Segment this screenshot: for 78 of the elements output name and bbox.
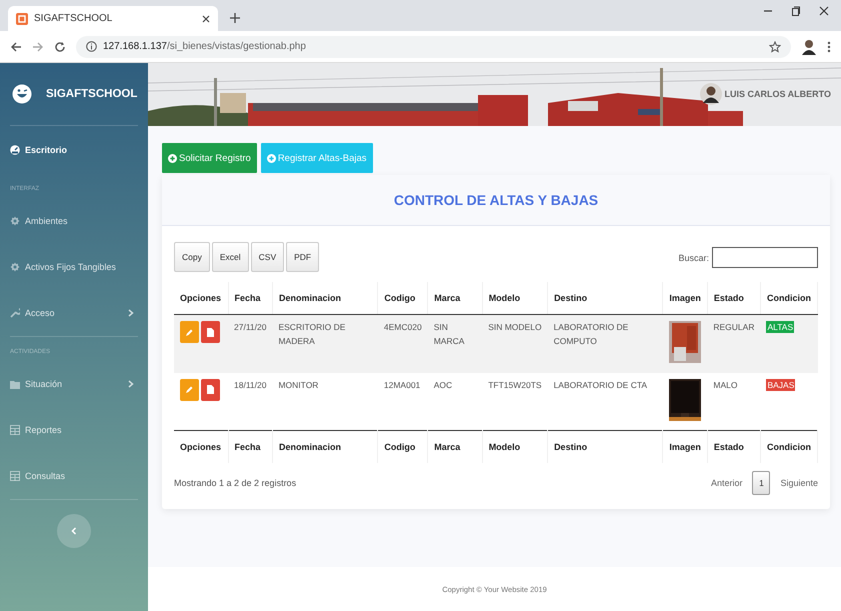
address-bar[interactable]: 127.168.1.137/si_bienes/vistas/gestionab.php [76, 36, 791, 58]
table-cell: ESCRITORIO DE MADERA [272, 314, 378, 372]
restore-icon[interactable] [791, 6, 801, 16]
column-footer: Imagen [662, 430, 708, 463]
search-field[interactable] [712, 247, 818, 268]
page-button[interactable]: 1 [752, 471, 770, 495]
chevron-right-icon [128, 380, 134, 388]
plus-circle-icon [168, 154, 177, 162]
user-avatar[interactable] [700, 83, 722, 105]
dashboard-icon [10, 145, 20, 155]
chevron-left-icon [71, 527, 77, 535]
profile-avatar[interactable] [801, 38, 817, 54]
column-footer: Estado [707, 430, 760, 463]
column-footer: Codigo [378, 430, 428, 463]
table-cell: SIN MODELO [482, 314, 548, 372]
table-cell: 4EMC020 [378, 314, 428, 372]
close-icon[interactable] [202, 14, 210, 22]
back-icon[interactable] [10, 40, 22, 52]
table-info: Mostrando 1 a 2 de 2 registros [174, 478, 296, 488]
table-cell: 18/11/20 [228, 372, 272, 430]
table-icon [10, 471, 20, 481]
document-button[interactable] [201, 321, 220, 343]
smiley-logo-icon [12, 84, 32, 104]
browser-tab[interactable]: SIGAFTSCHOOL [8, 6, 218, 31]
table-cell: LABORATORIO DE CTA [548, 372, 663, 430]
menu-icon[interactable] [827, 40, 831, 52]
card-title: CONTROL DE ALTAS Y BAJAS [394, 192, 598, 208]
export-button[interactable]: CSV [250, 242, 284, 272]
table-cell: MONITOR [272, 372, 378, 430]
column-footer: Marca [428, 430, 482, 463]
document-button[interactable] [201, 378, 220, 400]
sidebar-item[interactable]: Ambientes [10, 198, 138, 244]
pencil-icon [185, 328, 194, 336]
gear-icon [10, 216, 20, 226]
table-cell: REGULAR [707, 314, 760, 372]
wrench-icon [10, 308, 20, 318]
close-icon[interactable] [819, 6, 829, 16]
table-cell: 12MA001 [378, 372, 428, 430]
table-cell: AOC [428, 372, 482, 430]
app-favicon [16, 12, 28, 24]
export-button[interactable]: PDF [286, 242, 320, 272]
column-footer: Fecha [228, 430, 272, 463]
chevron-right-icon [128, 309, 134, 317]
status-badge: ALTAS [766, 321, 794, 333]
table-cell: LABORATORIO DE COMPUTO [548, 314, 663, 372]
reload-icon[interactable] [54, 40, 66, 52]
next-link[interactable]: Siguiente [780, 478, 818, 488]
url-text: 127.168.1.137/si_bienes/vistas/gestionab.php [103, 41, 307, 52]
document-icon [207, 328, 214, 336]
tab-title: SIGAFTSCHOOL [34, 13, 114, 24]
column-footer: Condicion [760, 430, 818, 463]
search-label: Buscar: [678, 252, 709, 262]
sidebar-item[interactable]: Activos Fijos Tangibles [10, 244, 138, 290]
pencil-icon [185, 385, 194, 394]
export-button[interactable]: Copy [174, 242, 210, 272]
table-cell: MALO [707, 372, 760, 430]
new-tab-icon[interactable] [230, 13, 240, 23]
status-badge: BAJAS [766, 378, 796, 390]
previous-link[interactable]: Anterior [710, 478, 742, 488]
column-footer: Denominacion [272, 430, 378, 463]
document-icon [207, 385, 214, 394]
column-footer: Modelo [482, 430, 548, 463]
column-footer: Destino [548, 430, 663, 463]
plus-circle-icon [266, 154, 276, 162]
gear-icon [10, 262, 20, 272]
table-cell: SIN MARCA [428, 314, 482, 372]
table-cell: TFT15W20TS [482, 372, 548, 430]
column-footer: Opciones [174, 430, 228, 463]
info-icon [86, 41, 97, 52]
export-button[interactable]: Excel [212, 242, 249, 272]
table-cell: 27/11/20 [228, 314, 272, 372]
sidebar-item[interactable]: Escritorio [10, 126, 138, 174]
star-icon[interactable] [769, 40, 781, 52]
folder-icon [10, 380, 20, 388]
sidebar-toggle-button[interactable] [57, 514, 91, 548]
user-name[interactable]: LUIS CARLOS ALBERTO [724, 89, 831, 99]
brand-name: SIGAFTSCHOOL [46, 88, 138, 100]
table-icon [10, 425, 20, 435]
